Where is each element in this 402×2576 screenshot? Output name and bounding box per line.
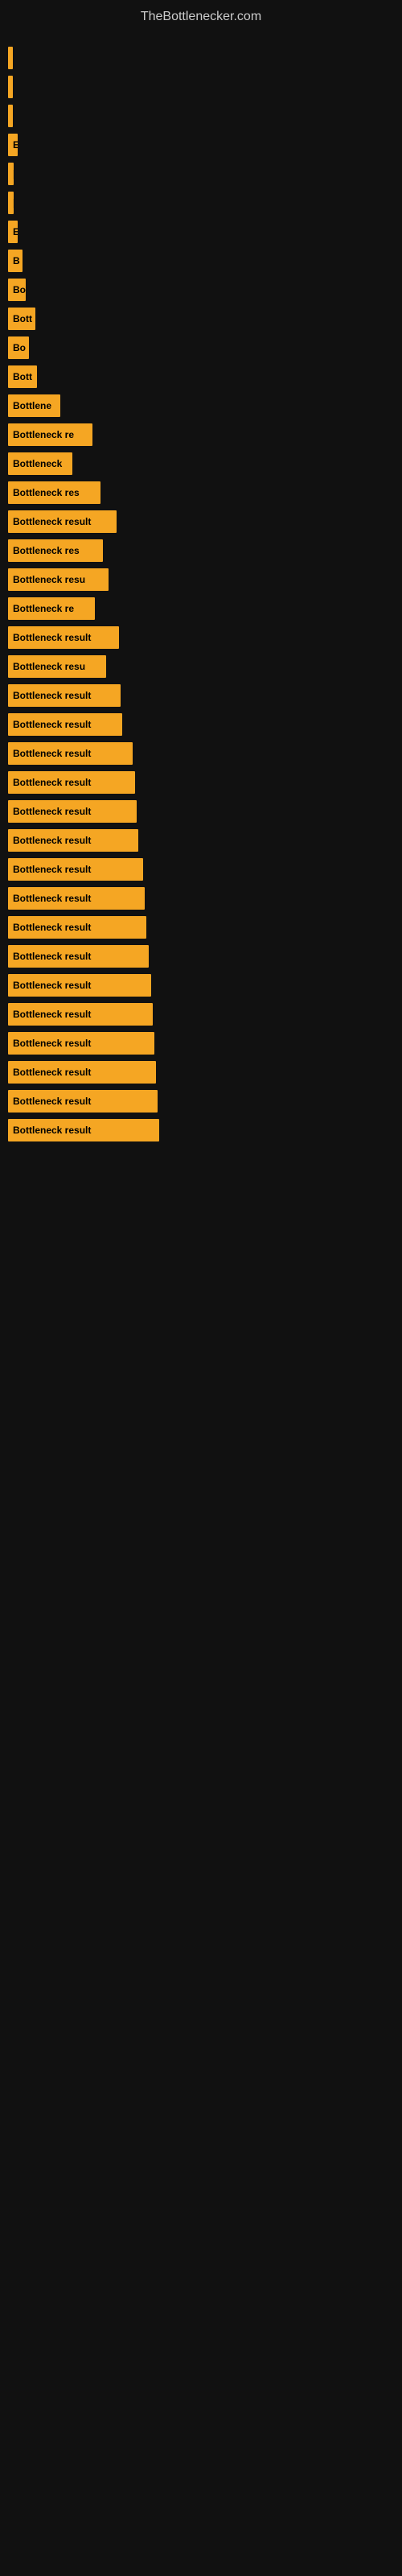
bottleneck-bar: B (8, 250, 23, 272)
bar-row: Bottleneck resu (8, 568, 394, 591)
bottleneck-bar: Bottleneck result (8, 771, 135, 794)
bar-row: Bottleneck result (8, 858, 394, 881)
bottleneck-bar: Bottleneck result (8, 829, 138, 852)
bar-row: Bottleneck result (8, 945, 394, 968)
bar-row: Bottleneck result (8, 887, 394, 910)
bottleneck-bar: Bottleneck result (8, 1032, 154, 1055)
bottleneck-bar: Bottleneck result (8, 1119, 159, 1141)
bar-row: | (8, 76, 394, 98)
bottleneck-bar: | (8, 163, 14, 185)
bar-row: E (8, 221, 394, 243)
bottleneck-bar: Bottleneck result (8, 858, 143, 881)
bottleneck-bar: | (8, 47, 13, 69)
bottleneck-bar: Bottleneck result (8, 510, 117, 533)
bottleneck-bar: Bottleneck result (8, 974, 151, 997)
bar-row: Bottleneck res (8, 481, 394, 504)
bar-row: Bottleneck result (8, 1061, 394, 1084)
bottleneck-bar: Bottleneck result (8, 887, 145, 910)
bar-row: B (8, 250, 394, 272)
bar-row: Bottleneck result (8, 742, 394, 765)
bar-row: Bottleneck result (8, 1032, 394, 1055)
bar-row: Bottleneck result (8, 800, 394, 823)
bottleneck-bar: Bottleneck res (8, 539, 103, 562)
bottleneck-bar: Bottlene (8, 394, 60, 417)
bottleneck-bar: Bottleneck result (8, 1061, 156, 1084)
bar-row: Bott (8, 365, 394, 388)
bar-row: | (8, 192, 394, 214)
bar-row: Bottleneck result (8, 1090, 394, 1113)
bar-row: Bottleneck result (8, 626, 394, 649)
bar-row: Bo (8, 336, 394, 359)
bottleneck-bar: Bottleneck result (8, 1003, 153, 1026)
bar-row: Bottleneck result (8, 974, 394, 997)
bar-row: | (8, 105, 394, 127)
bottleneck-bar: Bottleneck resu (8, 655, 106, 678)
bar-row: Bottleneck resu (8, 655, 394, 678)
bottleneck-bar: Bo (8, 336, 29, 359)
bar-row: Bottleneck result (8, 684, 394, 707)
bottleneck-bar: Bottleneck re (8, 597, 95, 620)
bottleneck-bar: | (8, 76, 13, 98)
bar-row: Bottleneck result (8, 1119, 394, 1141)
bar-row: | (8, 163, 394, 185)
bottleneck-bar: Bottleneck res (8, 481, 100, 504)
bottleneck-bar: | (8, 192, 14, 214)
bottleneck-bar: Bottleneck result (8, 916, 146, 939)
bottleneck-bar: Bottleneck result (8, 742, 133, 765)
bar-row: Bottleneck result (8, 1003, 394, 1026)
bottleneck-bar: | (8, 105, 13, 127)
bottleneck-bar: Bottleneck resu (8, 568, 109, 591)
bottleneck-bar: Bottleneck result (8, 626, 119, 649)
site-title: TheBottlenecker.com (0, 0, 402, 31)
bar-row: Bottleneck result (8, 510, 394, 533)
bar-row: Bott (8, 308, 394, 330)
bar-row: Bottleneck re (8, 423, 394, 446)
bottleneck-bar: Bott (8, 308, 35, 330)
bottleneck-bar: Bott (8, 365, 37, 388)
bottleneck-bar: Bottleneck (8, 452, 72, 475)
bottleneck-bar: Bo (8, 279, 26, 301)
bottleneck-bar: Bottleneck result (8, 945, 149, 968)
bar-row: Bottleneck re (8, 597, 394, 620)
bottleneck-bar: Bottleneck re (8, 423, 92, 446)
bottleneck-bar: Bottleneck result (8, 713, 122, 736)
bar-row: Bottleneck (8, 452, 394, 475)
bar-row: E (8, 134, 394, 156)
bar-row: Bottleneck result (8, 916, 394, 939)
bottleneck-bar: E (8, 134, 18, 156)
bars-container: |||E||EBBoBottBoBottBottleneBottleneck r… (0, 31, 402, 1148)
bottleneck-bar: E (8, 221, 18, 243)
bar-row: Bottleneck result (8, 829, 394, 852)
bar-row: Bottleneck result (8, 713, 394, 736)
bottleneck-bar: Bottleneck result (8, 684, 121, 707)
bottleneck-bar: Bottleneck result (8, 800, 137, 823)
bottleneck-bar: Bottleneck result (8, 1090, 158, 1113)
bar-row: | (8, 47, 394, 69)
bar-row: Bottleneck result (8, 771, 394, 794)
bar-row: Bo (8, 279, 394, 301)
bar-row: Bottlene (8, 394, 394, 417)
bar-row: Bottleneck res (8, 539, 394, 562)
